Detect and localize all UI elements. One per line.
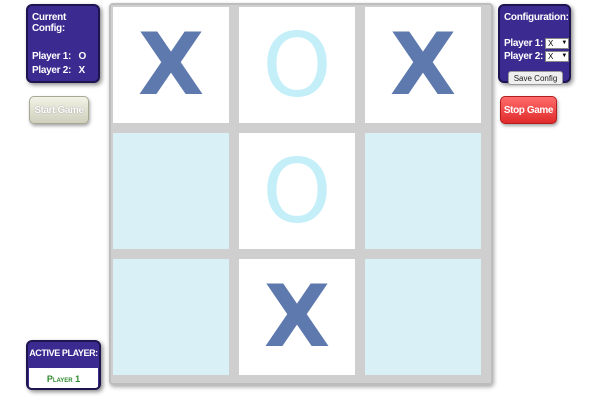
player2-select-value: X [548,52,554,61]
configuration-title: Configuration: [504,12,569,23]
configuration-player2-row: Player 2: X ▼ [504,50,569,63]
active-player-title: ACTIVE PLAYER: [29,348,98,358]
stop-game-button[interactable]: Stop Game [500,96,557,124]
board-cell-6[interactable] [363,131,483,251]
chevron-down-icon: ▼ [561,53,567,59]
active-player-value: Player 1 [29,368,98,388]
player1-select[interactable]: X ▼ [545,38,569,49]
board-cell-2[interactable]: O [237,5,357,125]
chevron-down-icon: ▼ [561,40,567,46]
configuration-player1-label: Player 1: [504,38,543,49]
board-cell-8[interactable]: X [237,257,357,377]
configuration-player1-row: Player 1: X ▼ [504,37,569,50]
current-config-title: Current Config: [32,12,67,34]
current-config-player2-label: Player 2: [32,65,71,76]
active-player-panel: ACTIVE PLAYER: Player 1 [26,340,101,390]
board-cell-9[interactable] [363,257,483,377]
board-cell-7[interactable] [111,257,231,377]
current-config-player1: Player 1: O [32,50,98,64]
configuration-player2-label: Player 2: [504,51,543,62]
board-cell-5[interactable]: O [237,131,357,251]
board-cell-3[interactable]: X [363,5,483,125]
game-board: X O X O X [109,3,493,385]
current-config-panel: Current Config: Player 1: O Player 2: X [26,4,100,83]
board-cell-1[interactable]: X [111,5,231,125]
current-config-player2-value: X [78,65,85,76]
current-config-player1-label: Player 1: [32,51,71,62]
player1-select-value: X [548,39,554,48]
board-cell-4[interactable] [111,131,231,251]
current-config-player1-value: O [78,51,86,62]
current-config-player2: Player 2: X [32,64,98,78]
save-config-button[interactable]: Save Config [508,71,563,85]
player2-select[interactable]: X ▼ [545,51,569,62]
start-game-button[interactable]: Start Game [29,96,89,124]
